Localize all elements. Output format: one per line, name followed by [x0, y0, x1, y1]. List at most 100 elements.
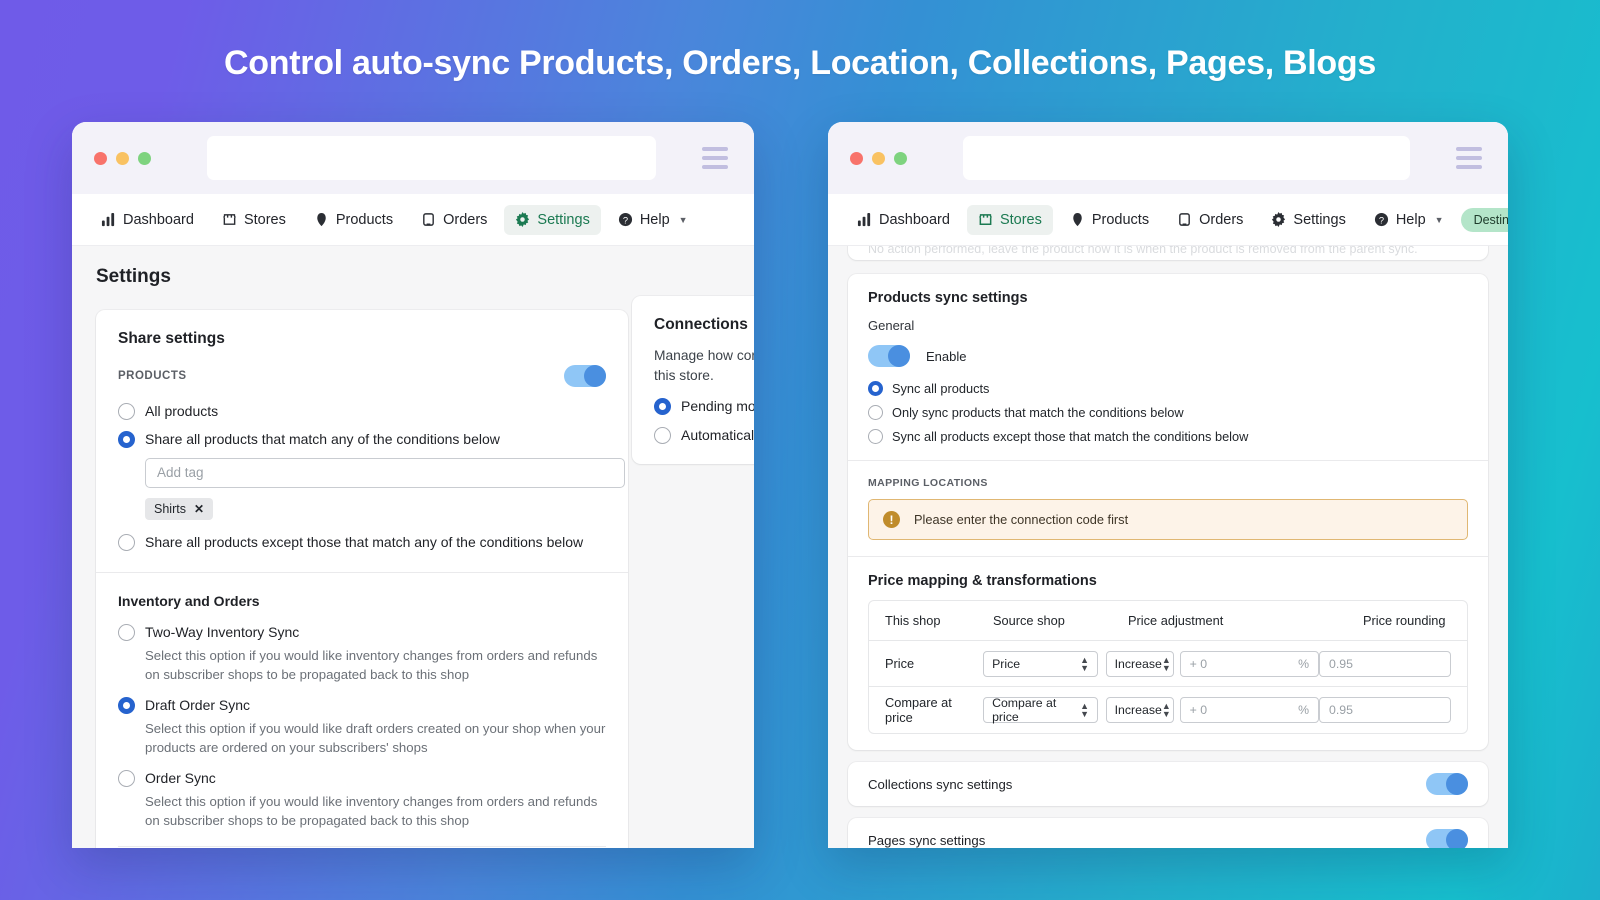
products-share-toggle[interactable] [564, 365, 606, 387]
nav-item-dashboard[interactable]: Dashboard [90, 205, 205, 235]
address-bar-right[interactable] [963, 136, 1410, 180]
nav-item-settings[interactable]: Settings [1260, 205, 1356, 235]
hamburger-menu-icon-left[interactable] [702, 147, 728, 169]
pages-sync-toggle[interactable] [1426, 829, 1468, 848]
enable-label: Enable [926, 348, 967, 364]
close-window-dot[interactable] [94, 151, 107, 165]
tag-chip-shirts[interactable]: Shirts ✕ [145, 497, 214, 520]
nav-item-products[interactable]: Products [1059, 205, 1160, 235]
price-rounding-input[interactable]: 0.95 [1319, 650, 1452, 677]
nav-item-help[interactable]: ? Help ▼ [607, 205, 699, 235]
nav-item-stores[interactable]: Stores [211, 205, 297, 235]
nav-item-help[interactable]: ? Help ▼ [1363, 205, 1455, 235]
maximize-window-dot[interactable] [894, 151, 907, 165]
products-sync-settings-card: Products sync settings General Enable Sy… [848, 274, 1488, 750]
price-rounding-input[interactable]: 0.95 [1319, 697, 1452, 723]
address-bar-left[interactable] [207, 136, 656, 180]
radio-sync-all-products[interactable]: Sync all products [868, 381, 1468, 396]
maximize-window-dot[interactable] [138, 151, 151, 165]
adjust-mode-select[interactable]: Increase ▲ ▼ [1105, 697, 1174, 723]
select-value: Compare at price [992, 696, 1057, 724]
radio-label: Order Sync [145, 770, 216, 787]
nav-label: Settings [537, 211, 590, 228]
window-controls-right[interactable] [850, 151, 907, 165]
table-row: Compare at price Compare at price ▲ ▼ Inc… [869, 687, 1467, 733]
svg-text:?: ? [623, 215, 628, 225]
source-shop-select[interactable]: Compare at price ▲ ▼ [983, 696, 1099, 724]
page-title: Settings [96, 266, 171, 287]
pages-sync-settings-row[interactable]: Pages sync settings [848, 818, 1488, 848]
percent-suffix: % [1298, 656, 1310, 671]
radio-except-conditions[interactable]: Share all products except those that mat… [118, 533, 606, 552]
add-tag-input[interactable]: Add tag [145, 457, 625, 488]
gear-icon [515, 212, 530, 227]
radio-label: Share all products that match any of the… [145, 430, 500, 447]
connections-description: Manage how connections are handled for t… [654, 348, 754, 383]
minimize-window-dot[interactable] [872, 151, 885, 165]
bar-chart-icon [857, 212, 872, 227]
adjust-mode-select[interactable]: Increase ▲ ▼ [1105, 650, 1174, 677]
nav-item-settings[interactable]: Settings [504, 204, 601, 235]
radio-order-sync[interactable]: Order Sync [118, 769, 606, 788]
inventory-orders-section: Inventory and Orders Two-Way Inventory S… [96, 573, 628, 848]
share-settings-card: Share settings PRODUCTS All products Sha… [96, 310, 628, 848]
select-arrows-icon: ▲ ▼ [1080, 654, 1090, 673]
nav-label: Orders [443, 211, 488, 228]
remove-tag-icon[interactable]: ✕ [194, 502, 204, 516]
app-page-left: Settings Share settings PRODUCTS All pro… [72, 246, 754, 848]
share-settings-section: Share settings PRODUCTS All products Sha… [96, 310, 628, 572]
radio-icon [118, 623, 135, 641]
radio-automatically-approve[interactable]: Automatically approve [654, 426, 754, 444]
radio-match-conditions[interactable]: Share all products that match any of the… [118, 430, 606, 449]
adjust-value-input[interactable]: + 0 % [1179, 697, 1320, 723]
inventory-orders-heading: Inventory and Orders [118, 592, 260, 609]
chevron-down-icon: ▼ [1434, 214, 1444, 225]
radio-icon [868, 405, 883, 420]
section-label: Collections sync settings [868, 776, 1013, 792]
tag-icon [1070, 212, 1085, 227]
nav-label: Products [335, 211, 394, 228]
share-settings-heading: Share settings [118, 330, 225, 347]
select-value: Increase [1114, 703, 1162, 717]
adjust-value-input[interactable]: + 0 % [1179, 650, 1320, 677]
cell-source-shop: Price ▲ ▼ [983, 650, 1106, 677]
radio-two-way-inventory-sync[interactable]: Two-Way Inventory Sync [118, 623, 606, 642]
column-header-this-shop: This shop [885, 613, 941, 628]
products-sync-enable-toggle[interactable] [868, 345, 910, 367]
minimize-window-dot[interactable] [116, 151, 129, 165]
radio-label: Sync all products except those that matc… [892, 429, 1249, 444]
source-shop-select[interactable]: Price ▲ ▼ [983, 650, 1099, 677]
radio-draft-order-sync[interactable]: Draft Order Sync [118, 696, 606, 715]
collections-sync-toggle[interactable] [1426, 773, 1468, 795]
nav-item-orders[interactable]: Orders [1166, 205, 1254, 235]
cell-price-rounding: 0.95 [1319, 650, 1452, 677]
order-icon [421, 212, 436, 227]
radio-label: Pending mode [681, 398, 754, 414]
select-arrows-icon: ▲ ▼ [1161, 701, 1171, 719]
close-window-dot[interactable] [850, 151, 863, 165]
products-sync-general-section: Products sync settings General Enable Sy… [848, 274, 1488, 460]
browser-window-right: Dashboard Stores Products Orders Setting… [828, 122, 1508, 848]
radio-pending-mode[interactable]: Pending mode [654, 397, 754, 415]
nav-item-orders[interactable]: Orders [410, 205, 498, 235]
select-value: Increase [1114, 656, 1162, 671]
radio-sync-all-except[interactable]: Sync all products except those that matc… [868, 429, 1468, 444]
window-titlebar-left [72, 122, 754, 194]
price-mapping-table: This shop Source shop Price adjustment P… [868, 600, 1468, 734]
nav-label: Products [1091, 211, 1150, 228]
nav-item-dashboard[interactable]: Dashboard [846, 205, 961, 235]
radio-only-sync-matching[interactable]: Only sync products that match the condit… [868, 405, 1468, 420]
nav-label: Dashboard [123, 211, 194, 228]
hamburger-menu-icon-right[interactable] [1456, 147, 1482, 169]
nav-item-products[interactable]: Products [303, 205, 404, 235]
window-controls-left[interactable] [94, 151, 151, 165]
collections-sync-settings-row[interactable]: Collections sync settings [848, 762, 1488, 806]
help-circle-icon: ? [1374, 212, 1389, 227]
radio-all-products[interactable]: All products [118, 402, 606, 421]
store-icon [978, 212, 993, 227]
clipped-text: No action performed, leave the product h… [868, 246, 1418, 256]
radio-label: All products [145, 403, 219, 419]
nav-item-stores[interactable]: Stores [966, 204, 1053, 235]
select-arrows-icon: ▲ ▼ [1080, 701, 1090, 719]
help-circle-icon: ? [618, 212, 633, 227]
